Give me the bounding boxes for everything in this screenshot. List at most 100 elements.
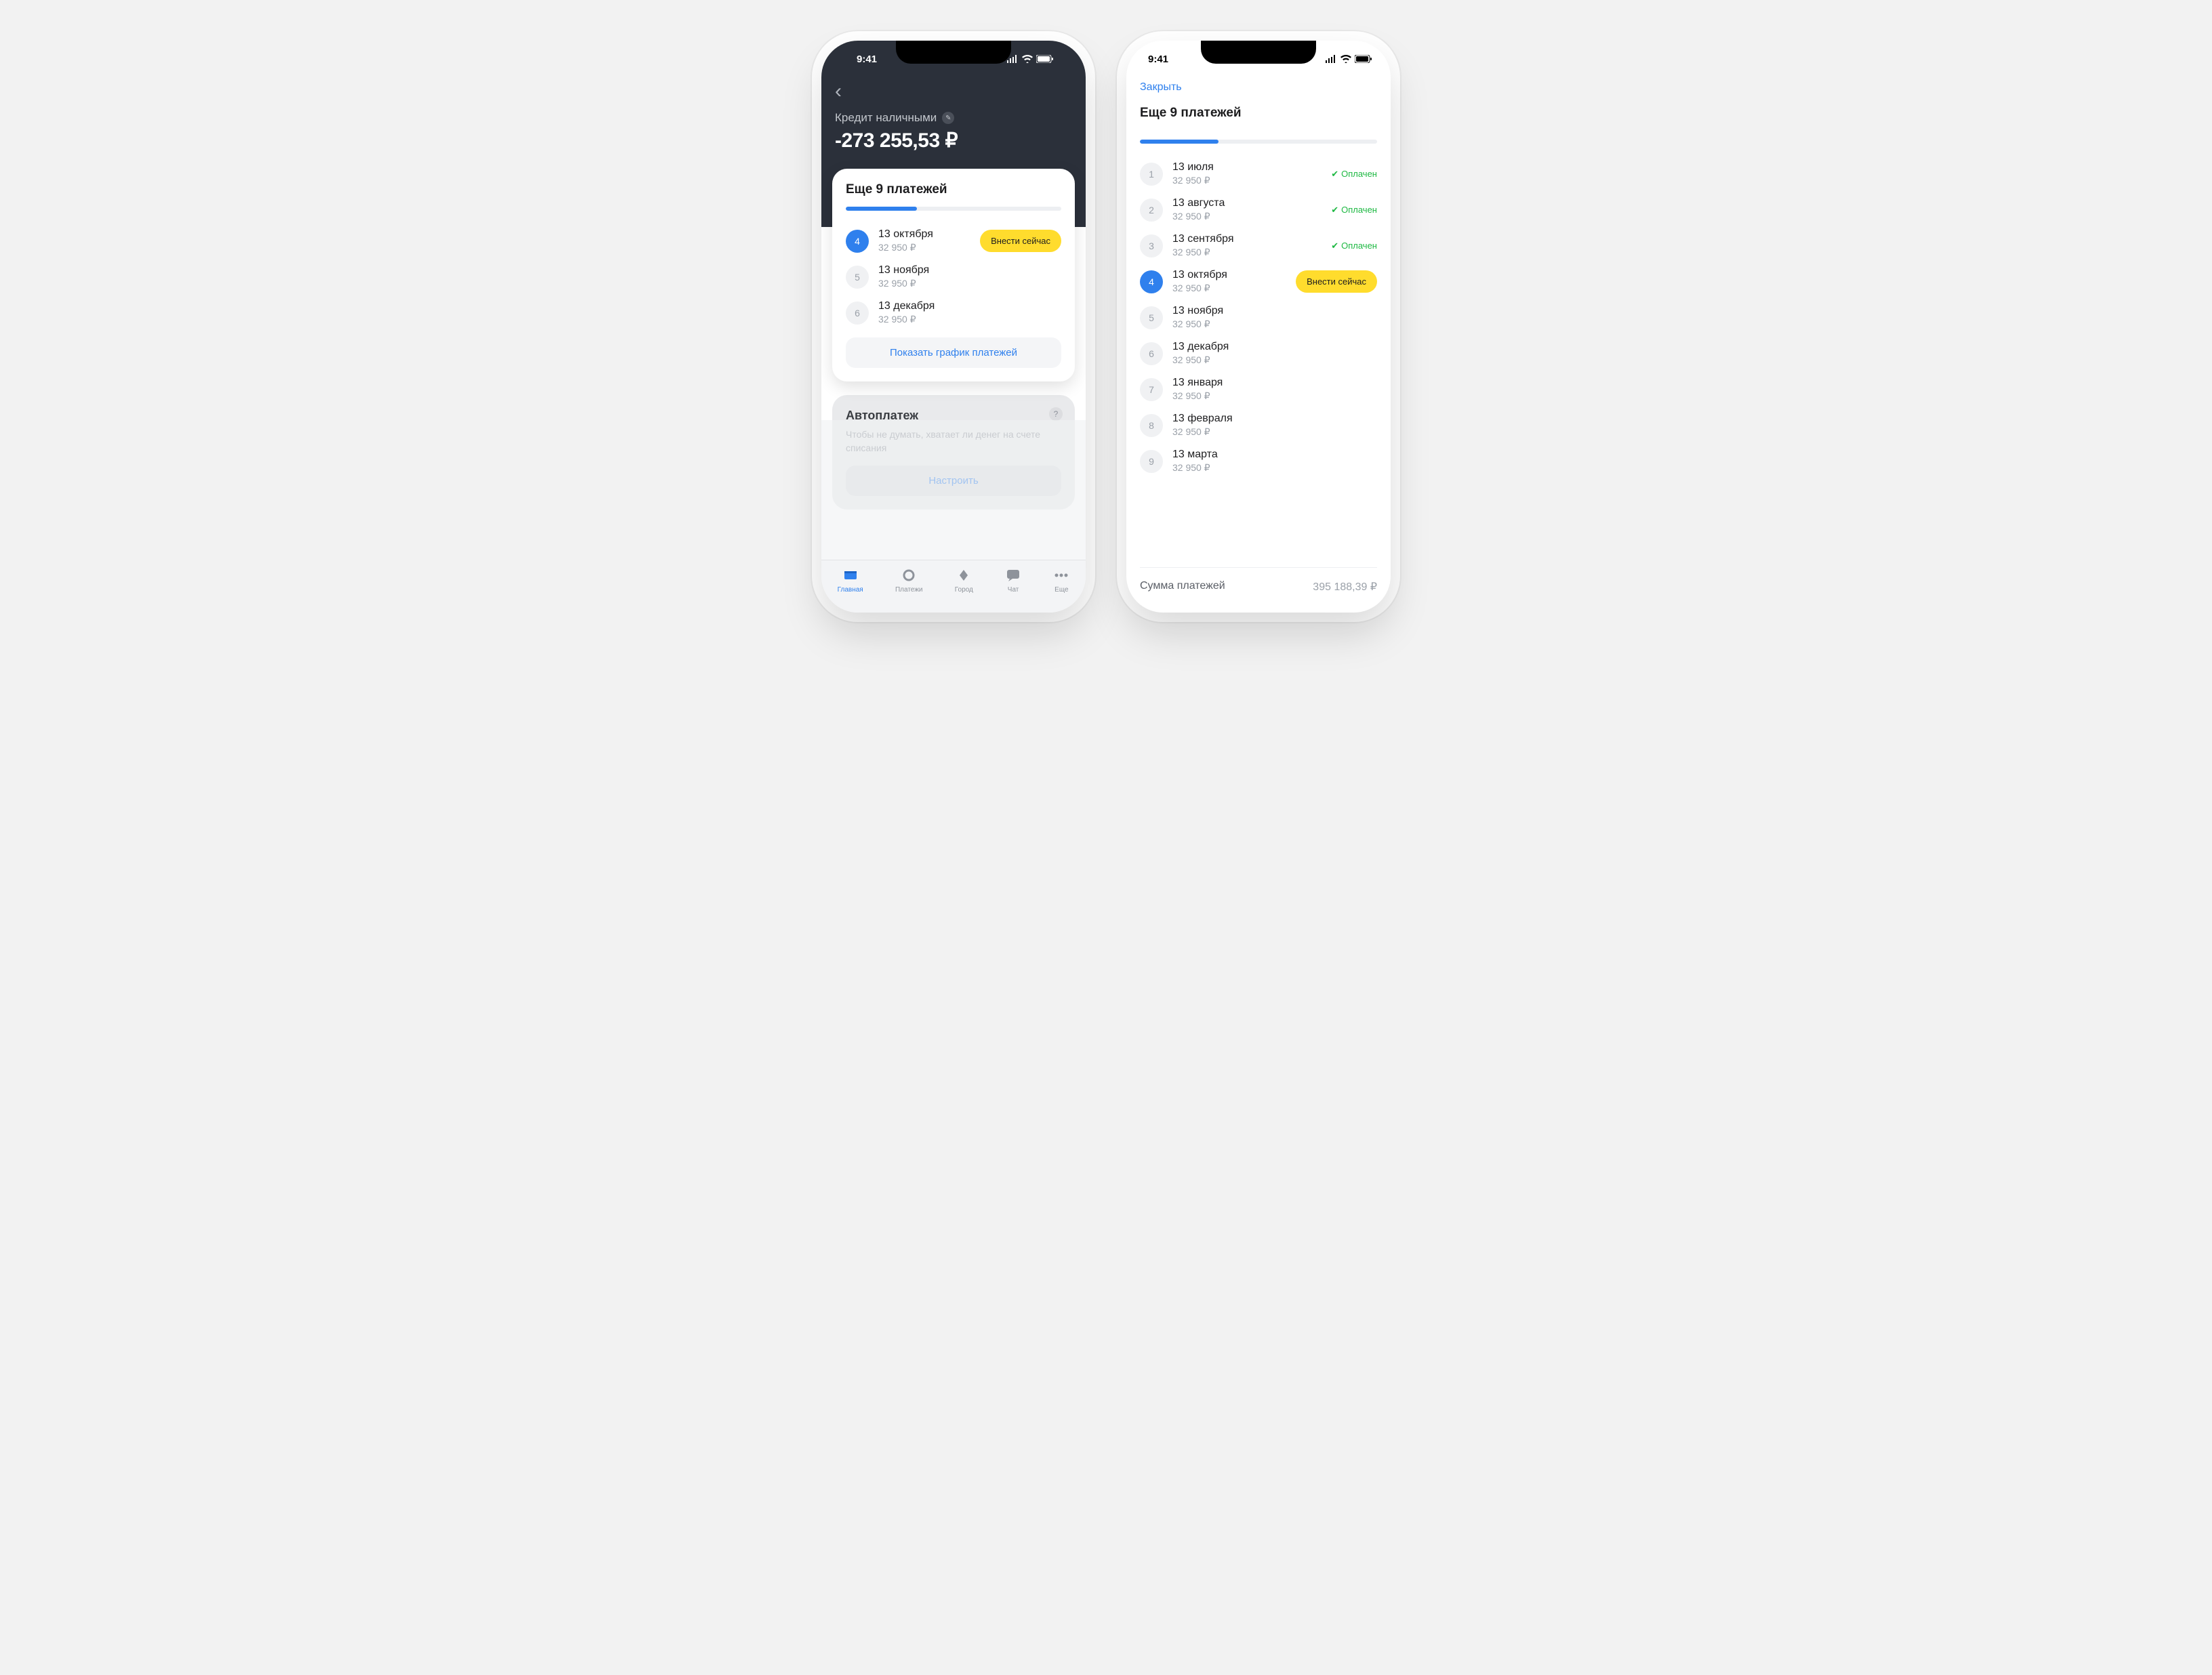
payment-number-badge: 6 xyxy=(846,302,869,325)
payment-amount: 32 950 ₽ xyxy=(1172,426,1377,438)
chat-icon xyxy=(1005,567,1021,583)
tab-payments[interactable]: Платежи xyxy=(895,567,923,594)
payments-card: Еще 9 платежей 413 октября32 950 ₽Внести… xyxy=(832,169,1075,381)
home-icon xyxy=(842,567,859,583)
tab-label: Город xyxy=(955,586,973,594)
back-button[interactable]: ‹ xyxy=(835,77,1072,111)
payment-row[interactable]: 4 13 октября 32 950 ₽ Внести сейчас xyxy=(1140,264,1377,299)
payment-number-badge: 9 xyxy=(1140,450,1163,473)
notch xyxy=(1201,41,1316,64)
payment-info: 13 января32 950 ₽ xyxy=(1172,377,1377,402)
loan-title: Кредит наличными xyxy=(835,111,937,125)
check-icon: ✔ xyxy=(1331,205,1338,215)
status-time: 9:41 xyxy=(857,54,877,65)
tab-label: Платежи xyxy=(895,586,923,594)
total-value: 395 188,39 ₽ xyxy=(1313,580,1377,594)
close-button[interactable]: Закрыть xyxy=(1140,77,1377,106)
payment-amount: 32 950 ₽ xyxy=(1172,462,1377,474)
payments-card-title: Еще 9 платежей xyxy=(846,182,1061,197)
payment-amount: 32 950 ₽ xyxy=(878,242,970,253)
tab-label: Чат xyxy=(1008,586,1019,594)
payment-date: 13 декабря xyxy=(878,300,1061,312)
payment-info: 13 декабря32 950 ₽ xyxy=(1172,341,1377,366)
tab-home[interactable]: Главная xyxy=(838,567,863,594)
tabbar: Главная Платежи Город Чат Еще xyxy=(821,560,1086,613)
loan-balance: -273 255,53 ₽ xyxy=(835,129,1072,152)
total-label: Сумма платежей xyxy=(1140,580,1225,594)
payment-date: 13 ноября xyxy=(1172,305,1377,317)
autopay-setup-button[interactable]: Настроить xyxy=(846,466,1061,496)
payment-date: 13 октября xyxy=(878,228,970,241)
progress-fill xyxy=(1140,140,1218,144)
tab-label: Еще xyxy=(1054,586,1068,594)
payment-amount: 32 950 ₽ xyxy=(1172,390,1377,402)
check-icon: ✔ xyxy=(1331,169,1338,180)
payment-row[interactable]: 313 сентября32 950 ₽✔ Оплачен xyxy=(1140,228,1377,264)
total-row: Сумма платежей 395 188,39 ₽ xyxy=(1140,567,1377,613)
phone-loan-summary: 9:41 ‹ Кредит наличными ✎ -273 255,53 ₽ … xyxy=(821,41,1086,613)
paid-badge: ✔ Оплачен xyxy=(1331,205,1377,215)
pay-now-button[interactable]: Внести сейчас xyxy=(1296,270,1377,293)
status-icons xyxy=(1006,55,1053,63)
payment-row[interactable]: 5 13 ноября 32 950 ₽ xyxy=(846,259,1061,295)
progress-fill xyxy=(846,207,917,211)
payment-amount: 32 950 ₽ xyxy=(1172,175,1322,186)
tab-chat[interactable]: Чат xyxy=(1005,567,1021,594)
paid-badge: ✔ Оплачен xyxy=(1331,241,1377,251)
tab-city[interactable]: Город xyxy=(955,567,973,594)
payment-date: 13 декабря xyxy=(1172,341,1377,353)
autopay-card: ? Автоплатеж Чтобы не думать, хватает ли… xyxy=(832,395,1075,510)
payment-number-badge: 7 xyxy=(1140,378,1163,401)
payment-info: 13 декабря 32 950 ₽ xyxy=(878,300,1061,325)
check-icon: ✔ xyxy=(1331,241,1338,251)
payment-number-badge: 6 xyxy=(1140,342,1163,365)
payment-row[interactable]: 213 августа32 950 ₽✔ Оплачен xyxy=(1140,192,1377,228)
payment-row[interactable]: 6 13 декабря 32 950 ₽ xyxy=(846,295,1061,331)
payment-number-badge: 4 xyxy=(1140,270,1163,293)
paid-badge: ✔ Оплачен xyxy=(1331,169,1377,180)
payment-row[interactable]: 5 13 ноября32 950 ₽ xyxy=(1140,299,1377,335)
payment-info: 13 октября32 950 ₽ xyxy=(878,228,970,253)
payment-number-badge: 5 xyxy=(846,266,869,289)
payment-row[interactable]: 6 13 декабря32 950 ₽ xyxy=(1140,335,1377,371)
payment-info: 13 марта32 950 ₽ xyxy=(1172,449,1377,474)
payment-amount: 32 950 ₽ xyxy=(1172,247,1322,258)
payment-row[interactable]: 1 13 июля 32 950 ₽ ✔ Оплачен xyxy=(1140,156,1377,192)
show-schedule-button[interactable]: Показать график платежей xyxy=(846,337,1061,368)
tab-label: Главная xyxy=(838,586,863,594)
phone-schedule-sheet: 9:41 Закрыть Еще 9 платежей 1 13 июля 32 9… xyxy=(1126,41,1391,613)
payment-date: 13 ноября xyxy=(878,264,1061,276)
payment-info: 13 февраля32 950 ₽ xyxy=(1172,413,1377,438)
payment-row[interactable]: 813 февраля32 950 ₽ xyxy=(1140,407,1377,443)
payment-amount: 32 950 ₽ xyxy=(878,278,1061,289)
edit-icon[interactable]: ✎ xyxy=(942,112,954,124)
payment-date: 13 октября xyxy=(1172,269,1286,281)
payment-date: 13 июля xyxy=(1172,161,1322,173)
payment-amount: 32 950 ₽ xyxy=(878,314,1061,325)
status-icons xyxy=(1325,55,1372,63)
payment-row[interactable]: 9 13 марта32 950 ₽ xyxy=(1140,443,1377,479)
payment-amount: 32 950 ₽ xyxy=(1172,283,1286,294)
status-time: 9:41 xyxy=(1148,54,1168,65)
payment-row[interactable]: 4 13 октября32 950 ₽ Внести сейчас xyxy=(846,223,1061,259)
tab-more[interactable]: Еще xyxy=(1053,567,1069,594)
notch xyxy=(896,41,1011,64)
payment-amount: 32 950 ₽ xyxy=(1172,318,1377,330)
more-icon xyxy=(1053,567,1069,583)
payment-amount: 32 950 ₽ xyxy=(1172,211,1322,222)
payment-info: 13 октября 32 950 ₽ xyxy=(1172,269,1286,294)
payment-row[interactable]: 7 13 января32 950 ₽ xyxy=(1140,371,1377,407)
payment-date: 13 января xyxy=(1172,377,1377,389)
pay-now-button[interactable]: Внести сейчас xyxy=(980,230,1061,252)
payment-number-badge: 5 xyxy=(1140,306,1163,329)
payment-number-badge: 1 xyxy=(1140,163,1163,186)
payment-number-badge: 4 xyxy=(846,230,869,253)
payment-date: 13 сентября xyxy=(1172,233,1322,245)
payments-icon xyxy=(901,567,917,583)
sheet-title: Еще 9 платежей xyxy=(1140,106,1377,121)
help-icon[interactable]: ? xyxy=(1049,407,1063,421)
city-icon xyxy=(956,567,972,583)
autopay-desc: Чтобы не думать, хватает ли денег на сче… xyxy=(846,428,1061,455)
payment-number-badge: 2 xyxy=(1140,199,1163,222)
progress-bar xyxy=(1140,140,1377,144)
